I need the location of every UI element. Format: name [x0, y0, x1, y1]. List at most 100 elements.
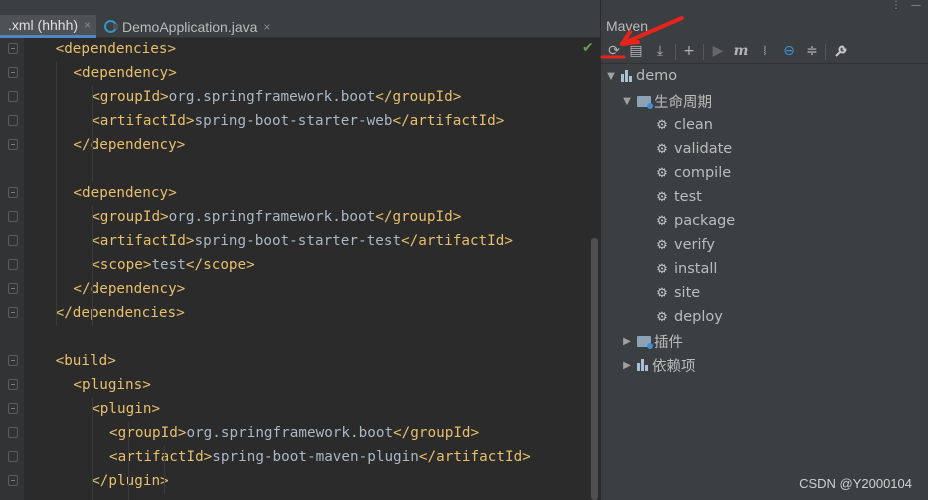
- indent-guide: [92, 206, 93, 326]
- xml-text: test: [151, 257, 186, 273]
- xml-tag: </plugin>: [91, 473, 169, 489]
- xml-text: org.springframework.boot: [168, 89, 376, 105]
- fold-marker-icon[interactable]: [8, 379, 18, 390]
- fold-marker-icon[interactable]: [8, 427, 18, 438]
- xml-tag: <plugin>: [91, 401, 161, 417]
- goal-label: package: [674, 213, 736, 229]
- close-icon[interactable]: ×: [263, 20, 270, 34]
- code-line: <dependency>: [73, 182, 176, 204]
- indent-guide: [92, 86, 93, 182]
- fold-marker-icon[interactable]: [8, 91, 18, 102]
- fold-marker-icon[interactable]: [8, 115, 18, 126]
- fold-marker-icon[interactable]: [8, 139, 18, 150]
- xml-text: org.springframework.boot: [186, 425, 394, 441]
- xml-tag: </scope>: [185, 257, 255, 273]
- code-line: <plugin>: [91, 398, 160, 420]
- reload-icon[interactable]: ⟳: [605, 42, 623, 60]
- project-label: demo: [636, 68, 678, 84]
- skip-tests-icon[interactable]: ⊖: [780, 42, 798, 60]
- lifecycle-goal-deploy[interactable]: ⚙ deploy: [655, 305, 723, 329]
- toolbar-separator: [825, 44, 826, 60]
- gear-icon: ⚙: [656, 141, 668, 157]
- goal-label: compile: [674, 165, 732, 181]
- hide-icon[interactable]: —: [911, 0, 921, 11]
- gear-icon: ⚙: [656, 237, 668, 253]
- lifecycle-goal-clean[interactable]: ⚙ clean: [655, 113, 713, 137]
- maven-header: Maven ⋮ —: [601, 0, 928, 40]
- indent-guide: [56, 62, 57, 326]
- lifecycle-goal-install[interactable]: ⚙ install: [655, 257, 717, 281]
- fold-marker-icon[interactable]: [8, 187, 18, 198]
- fold-marker-icon[interactable]: [8, 307, 18, 318]
- lifecycle-goal-test[interactable]: ⚙ test: [655, 185, 702, 209]
- lifecycle-goal-compile[interactable]: ⚙ compile: [655, 161, 731, 185]
- fold-marker-icon[interactable]: [8, 451, 18, 462]
- fold-marker-icon[interactable]: [8, 43, 18, 54]
- toggle-offline-icon[interactable]: ⧘: [756, 42, 774, 60]
- java-class-icon: [104, 20, 118, 33]
- lifecycle-goal-package[interactable]: ⚙ package: [655, 209, 735, 233]
- tree-node-project-demo[interactable]: ▼ demo: [605, 64, 677, 88]
- gear-icon: ⚙: [656, 165, 668, 181]
- code-line: </plugin>: [91, 470, 168, 492]
- toolbar-separator: [675, 44, 676, 60]
- code-line: <groupId>org.springframework.boot</group…: [91, 206, 461, 228]
- vertical-scrollbar[interactable]: [591, 238, 598, 500]
- fold-marker-icon[interactable]: [8, 403, 18, 414]
- xml-tag: <scope>: [91, 257, 152, 273]
- xml-tag: <groupId>: [109, 425, 187, 441]
- lifecycle-label: 生命周期: [654, 94, 712, 111]
- tree-node-dependencies[interactable]: ▶ 依赖项: [621, 353, 695, 377]
- indent-guide: [164, 446, 165, 494]
- fold-marker-icon[interactable]: [8, 283, 18, 294]
- close-icon[interactable]: ×: [84, 18, 91, 32]
- tree-node-plugins[interactable]: ▶ 插件: [621, 329, 683, 353]
- xml-tag: </artifactId>: [401, 233, 513, 249]
- fold-marker-icon[interactable]: [8, 235, 18, 246]
- tab-pom-xml[interactable]: .xml (hhhh) ×: [0, 15, 96, 38]
- tab-label: DemoApplication.java: [122, 18, 258, 35]
- settings-wrench-icon[interactable]: [832, 42, 850, 60]
- fold-marker-icon[interactable]: [8, 67, 18, 78]
- tab-demo-application-java[interactable]: DemoApplication.java ×: [100, 15, 280, 38]
- download-icon[interactable]: ⤓: [651, 42, 669, 60]
- code-line: <scope>test</scope>: [91, 254, 255, 276]
- chevron-down-icon[interactable]: ▼: [621, 96, 633, 107]
- xml-text: spring-boot-starter-test: [194, 233, 402, 249]
- run-icon[interactable]: ▶: [709, 42, 727, 60]
- lifecycle-goal-verify[interactable]: ⚙ verify: [655, 233, 715, 257]
- inspection-ok-icon: ✔: [582, 40, 594, 56]
- fold-marker-icon[interactable]: [8, 259, 18, 270]
- editor-gutter: [0, 38, 24, 500]
- code-line: <groupId>org.springframework.boot</group…: [91, 86, 461, 108]
- lifecycle-goal-site[interactable]: ⚙ site: [655, 281, 700, 305]
- maven-tool-window: Maven ⋮ — ⟳ ▤ ⤓ + ▶ m ⧘ ⊖ ≑ ▼ demo ▼ 生命周…: [600, 0, 928, 500]
- maven-project-icon: [621, 70, 632, 82]
- xml-tag: <build>: [55, 353, 116, 369]
- xml-tag: </dependency>: [73, 137, 186, 153]
- code-editor: .xml (hhhh) × DemoApplication.java × <de…: [0, 0, 600, 500]
- collapse-all-icon[interactable]: ≑: [803, 42, 821, 60]
- plus-icon[interactable]: +: [680, 42, 698, 60]
- fold-marker-icon[interactable]: [8, 211, 18, 222]
- xml-text: spring-boot-starter-web: [194, 113, 393, 129]
- chevron-down-icon[interactable]: ▼: [605, 71, 617, 82]
- options-icon[interactable]: ⋮: [891, 0, 901, 11]
- xml-tag: <groupId>: [91, 209, 169, 225]
- tree-node-lifecycle[interactable]: ▼ 生命周期: [621, 89, 712, 113]
- xml-tag: </dependency>: [73, 281, 186, 297]
- xml-tag: <dependency>: [73, 185, 177, 201]
- fold-marker-icon[interactable]: [8, 355, 18, 366]
- execute-goal-icon[interactable]: m: [732, 42, 750, 60]
- gear-icon: ⚙: [656, 117, 668, 133]
- goal-label: verify: [674, 237, 715, 253]
- add-maven-project-icon[interactable]: ▤: [627, 42, 645, 60]
- xml-tag: </groupId>: [375, 89, 462, 105]
- fold-marker-icon[interactable]: [8, 475, 18, 486]
- maven-toolbar: ⟳ ▤ ⤓ + ▶ m ⧘ ⊖ ≑: [601, 40, 928, 64]
- chevron-right-icon[interactable]: ▶: [621, 360, 633, 371]
- lifecycle-goal-validate[interactable]: ⚙ validate: [655, 137, 732, 161]
- xml-tag: <artifactId>: [109, 449, 213, 465]
- chevron-right-icon[interactable]: ▶: [621, 336, 633, 347]
- xml-tag: </groupId>: [375, 209, 462, 225]
